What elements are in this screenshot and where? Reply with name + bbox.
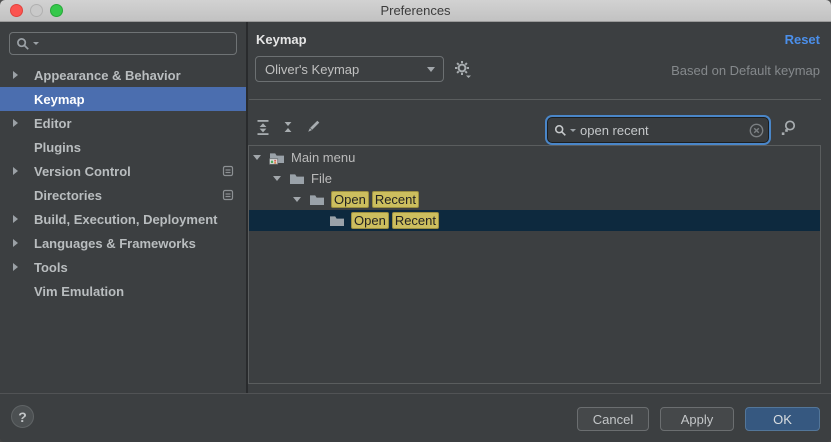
tree-row-label: File	[311, 171, 332, 186]
sidebar-item-vim-emulation[interactable]: Vim Emulation	[0, 279, 246, 303]
tree-row-file[interactable]: File	[249, 168, 820, 189]
expand-all-button[interactable]	[254, 118, 272, 136]
expand-arrow-icon[interactable]	[13, 119, 18, 127]
clear-icon	[749, 123, 764, 138]
ok-button[interactable]: OK	[745, 407, 820, 431]
edit-button[interactable]	[304, 118, 322, 136]
match-highlight: Open	[331, 191, 369, 208]
sidebar-item-label: Languages & Frameworks	[34, 236, 196, 251]
collapse-arrow-icon[interactable]	[253, 155, 261, 160]
expand-arrow-icon[interactable]	[13, 263, 18, 271]
collapse-arrow-icon[interactable]	[273, 176, 281, 181]
clear-search-button[interactable]	[749, 123, 764, 138]
keymap-select-value: Oliver's Keymap	[265, 62, 359, 77]
close-button[interactable]	[10, 4, 23, 17]
page-title: Keymap	[256, 32, 307, 47]
reset-link[interactable]: Reset	[785, 32, 820, 47]
match-highlight: Open	[351, 212, 389, 229]
sidebar-item-label: Tools	[34, 260, 68, 275]
sidebar-item-directories[interactable]: Directories	[0, 183, 246, 207]
chevron-down-icon	[427, 67, 435, 72]
search-options-chevron-icon	[33, 42, 39, 45]
match-highlight: Recent	[372, 191, 419, 208]
expand-arrow-icon[interactable]	[13, 215, 18, 223]
sidebar-item-label: Vim Emulation	[34, 284, 124, 299]
folder-icon	[329, 213, 345, 229]
expand-all-icon	[255, 119, 271, 135]
sidebar-item-languages-frameworks[interactable]: Languages & Frameworks	[0, 231, 246, 255]
sidebar-item-label: Directories	[34, 188, 102, 203]
preferences-window: Preferences Appearance & Behavior Keymap	[0, 0, 831, 442]
titlebar: Preferences	[0, 0, 831, 22]
sidebar-item-build-execution-deployment[interactable]: Build, Execution, Deployment	[0, 207, 246, 231]
project-settings-icon	[222, 189, 234, 201]
sidebar-item-appearance-behavior[interactable]: Appearance & Behavior	[0, 63, 246, 87]
sidebar-item-label: Plugins	[34, 140, 81, 155]
sidebar-item-version-control[interactable]: Version Control	[0, 159, 246, 183]
tree-row-open-recent-selected[interactable]: Open Recent	[249, 210, 820, 231]
find-by-shortcut-icon	[778, 119, 797, 138]
action-search-input[interactable]	[578, 123, 747, 138]
sidebar-item-label: Version Control	[34, 164, 131, 179]
find-by-shortcut-button[interactable]	[778, 119, 798, 139]
pencil-icon	[305, 119, 321, 135]
collapse-all-icon	[280, 119, 296, 135]
zoom-button[interactable]	[50, 4, 63, 17]
sidebar-item-plugins[interactable]: Plugins	[0, 135, 246, 159]
search-icon	[16, 37, 30, 51]
keymap-tree: Main menu File	[248, 145, 821, 384]
keymap-select[interactable]: Oliver's Keymap	[255, 56, 444, 82]
tree-row-label: Main menu	[291, 150, 355, 165]
sidebar-item-label: Build, Execution, Deployment	[34, 212, 217, 227]
tree-row-main-menu[interactable]: Main menu	[249, 147, 820, 168]
header-separator	[249, 99, 821, 100]
expand-arrow-icon[interactable]	[13, 71, 18, 79]
collapse-all-button[interactable]	[279, 118, 297, 136]
minimize-button[interactable]	[30, 4, 43, 17]
window-title: Preferences	[380, 3, 450, 18]
sidebar-item-label: Editor	[34, 116, 72, 131]
sidebar-search-field[interactable]	[9, 32, 237, 55]
cancel-button[interactable]: Cancel	[577, 407, 649, 431]
project-settings-icon	[222, 165, 234, 177]
search-options-chevron-icon	[570, 129, 576, 132]
search-icon	[554, 124, 567, 137]
expand-arrow-icon[interactable]	[13, 239, 18, 247]
keymap-settings-button[interactable]	[454, 60, 476, 80]
traffic-lights	[10, 4, 63, 17]
folder-icon	[289, 171, 305, 187]
expand-arrow-icon[interactable]	[13, 167, 18, 175]
main-menu-folder-icon	[269, 150, 285, 166]
sidebar-item-editor[interactable]: Editor	[0, 111, 246, 135]
sidebar-item-keymap[interactable]: Keymap	[0, 87, 246, 111]
collapse-arrow-icon[interactable]	[293, 197, 301, 202]
based-on-label: Based on Default keymap	[671, 63, 820, 78]
match-highlight: Recent	[392, 212, 439, 229]
help-button[interactable]: ?	[11, 405, 34, 428]
sidebar-item-tools[interactable]: Tools	[0, 255, 246, 279]
gear-icon	[454, 60, 472, 78]
sidebar-item-label: Appearance & Behavior	[34, 68, 181, 83]
keymap-panel: Keymap Reset Oliver's Keymap	[248, 22, 831, 393]
tree-row-open-recent[interactable]: Open Recent	[249, 189, 820, 210]
action-search-field[interactable]	[547, 117, 769, 143]
footer-bar: ? Cancel Apply OK	[0, 393, 831, 442]
sidebar-item-label: Keymap	[34, 92, 85, 107]
folder-icon	[309, 192, 325, 208]
sidebar-search-input[interactable]	[41, 36, 230, 51]
settings-sidebar: Appearance & Behavior Keymap Editor Plug…	[0, 22, 248, 393]
apply-button[interactable]: Apply	[660, 407, 734, 431]
